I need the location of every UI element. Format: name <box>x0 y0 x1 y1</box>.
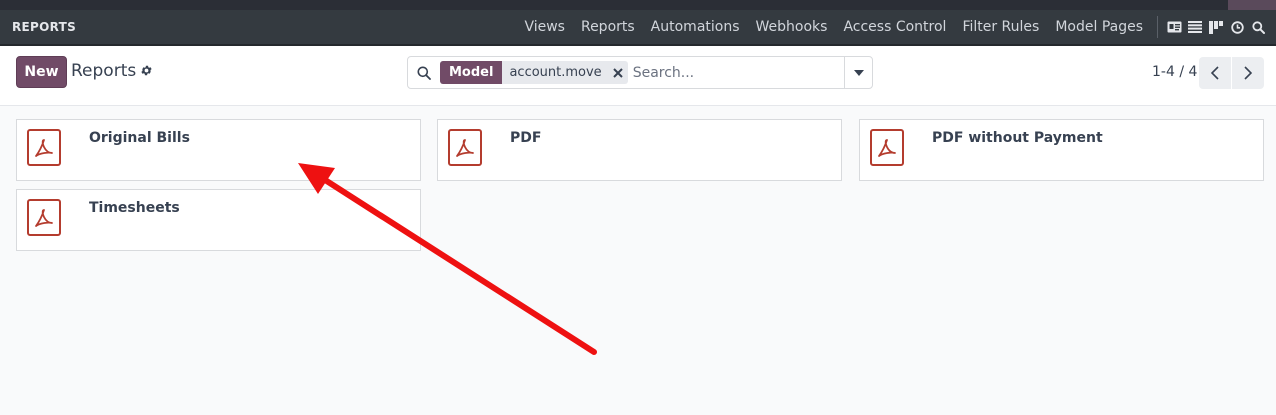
breadcrumb: Reports <box>71 61 154 81</box>
search-input[interactable] <box>632 58 844 87</box>
pdf-icon <box>27 199 61 236</box>
report-card-timesheets[interactable]: Timesheets <box>16 189 421 251</box>
pdf-icon <box>870 129 904 166</box>
search-facet: Model account.move <box>440 61 628 84</box>
nav-item-views[interactable]: Views <box>516 10 573 44</box>
search-icon[interactable] <box>408 57 440 88</box>
report-card-pdf[interactable]: PDF <box>437 119 842 181</box>
caret-down-icon <box>853 69 864 76</box>
nav-item-automations[interactable]: Automations <box>643 10 748 44</box>
chevron-left-icon <box>1211 66 1219 80</box>
pdf-icon <box>448 129 482 166</box>
top-strip-accent <box>1228 0 1276 10</box>
view-switcher <box>1164 19 1276 35</box>
nav-separator <box>1157 16 1158 38</box>
facet-label: Model <box>440 61 503 84</box>
id-card-icon[interactable] <box>1166 19 1182 35</box>
control-panel: New Reports Model account.move 1-4 / 4 <box>0 46 1276 106</box>
pdf-icon <box>27 129 61 166</box>
app-title[interactable]: REPORTS <box>0 20 76 34</box>
search-options-toggle[interactable] <box>844 57 872 88</box>
report-name: Timesheets <box>89 200 180 216</box>
report-name: PDF without Payment <box>932 130 1103 146</box>
nav-item-access-control[interactable]: Access Control <box>835 10 954 44</box>
facet-value: account.move <box>509 65 602 80</box>
page-title: Reports <box>71 61 137 81</box>
navbar: REPORTS Views Reports Automations Webhoo… <box>0 10 1276 46</box>
nav-item-filter-rules[interactable]: Filter Rules <box>954 10 1047 44</box>
clock-icon[interactable] <box>1229 19 1245 35</box>
gear-icon[interactable] <box>140 64 154 78</box>
top-strip <box>0 0 1276 10</box>
report-card-original-bills[interactable]: Original Bills <box>16 119 421 181</box>
pager-next-button[interactable] <box>1232 57 1264 89</box>
pager-value[interactable]: 1-4 / 4 <box>1152 64 1197 80</box>
report-name: PDF <box>510 130 542 146</box>
nav-item-reports[interactable]: Reports <box>573 10 643 44</box>
nav-menu: Views Reports Automations Webhooks Acces… <box>516 10 1276 44</box>
chevron-right-icon <box>1244 66 1252 80</box>
new-button[interactable]: New <box>16 56 67 88</box>
search-bar: Model account.move <box>407 56 873 89</box>
search-icon[interactable] <box>1250 19 1266 35</box>
close-icon[interactable] <box>608 61 628 84</box>
nav-item-model-pages[interactable]: Model Pages <box>1047 10 1151 44</box>
nav-item-webhooks[interactable]: Webhooks <box>748 10 836 44</box>
kanban-icon[interactable] <box>1208 19 1224 35</box>
pager-previous-button[interactable] <box>1199 57 1231 89</box>
list-icon[interactable] <box>1187 19 1203 35</box>
report-card-pdf-without-payment[interactable]: PDF without Payment <box>859 119 1264 181</box>
report-name: Original Bills <box>89 130 190 146</box>
